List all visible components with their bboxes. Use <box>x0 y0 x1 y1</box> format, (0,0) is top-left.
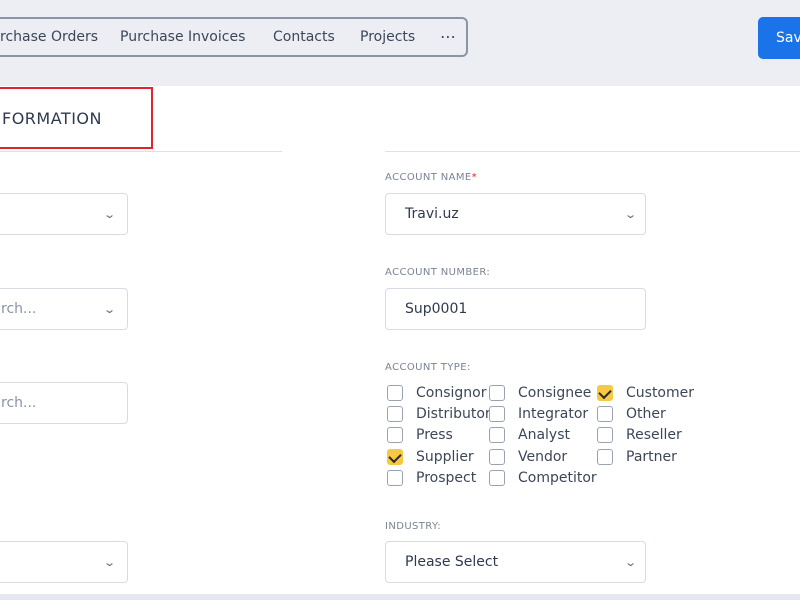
search-placeholder: rch... <box>1 301 37 317</box>
checkbox-consignee[interactable] <box>489 385 505 401</box>
search-placeholder: rch... <box>1 395 37 411</box>
chevron-down-icon: ⌄ <box>624 208 638 221</box>
tab-contacts[interactable]: Contacts <box>273 29 335 45</box>
left-search-select[interactable]: rch... ⌄ <box>0 288 128 330</box>
divider-right <box>385 151 800 152</box>
account-name-label: ACCOUNT NAME* <box>385 172 478 183</box>
checkbox-customer[interactable] <box>597 385 613 401</box>
checkmark-icon <box>388 449 402 464</box>
account-type-label: ACCOUNT TYPE: <box>385 362 471 373</box>
checkbox-consignor[interactable] <box>387 385 403 401</box>
account-number-value: Sup0001 <box>405 301 468 317</box>
checkbox-competitor[interactable] <box>489 470 505 486</box>
account-name-value: Travi.uz <box>405 206 459 222</box>
checkbox-label[interactable]: Analyst <box>518 427 570 443</box>
checkbox-supplier[interactable] <box>387 449 403 465</box>
tab-purchase-orders[interactable]: rchase Orders <box>0 29 98 45</box>
left-search-input[interactable]: rch... <box>0 382 128 424</box>
checkbox-other[interactable] <box>597 406 613 422</box>
checkbox-reseller[interactable] <box>597 427 613 443</box>
left-select-1[interactable]: ⌄ <box>0 193 128 235</box>
checkbox-label[interactable]: Customer <box>626 385 694 401</box>
chevron-down-icon: ⌄ <box>103 303 117 316</box>
industry-label: INDUSTRY: <box>385 521 441 532</box>
checkbox-label[interactable]: Press <box>416 427 453 443</box>
checkbox-analyst[interactable] <box>489 427 505 443</box>
checkbox-prospect[interactable] <box>387 470 403 486</box>
checkbox-press[interactable] <box>387 427 403 443</box>
account-number-label: ACCOUNT NUMBER: <box>385 267 491 278</box>
required-mark: * <box>471 172 478 183</box>
checkbox-label[interactable]: Other <box>626 406 666 422</box>
bottom-strip <box>0 594 800 600</box>
checkbox-label[interactable]: Consignor <box>416 385 486 401</box>
highlight-box <box>0 87 153 149</box>
checkbox-label[interactable]: Competitor <box>518 470 597 486</box>
industry-value: Please Select <box>405 554 499 570</box>
left-select-2[interactable]: ⌄ <box>0 541 128 583</box>
checkbox-label[interactable]: Partner <box>626 449 677 465</box>
checkbox-integrator[interactable] <box>489 406 505 422</box>
account-number-field[interactable]: Sup0001 <box>385 288 646 330</box>
checkbox-vendor[interactable] <box>489 449 505 465</box>
account-name-select[interactable]: Travi.uz ⌄ <box>385 193 646 235</box>
save-button[interactable]: Sav <box>758 17 800 59</box>
checkbox-label[interactable]: Supplier <box>416 449 474 465</box>
more-tabs-icon[interactable]: ⋯ <box>440 27 457 46</box>
chevron-down-icon: ⌄ <box>103 208 117 221</box>
divider-left <box>0 151 282 152</box>
chevron-down-icon: ⌄ <box>103 556 117 569</box>
form-card <box>0 86 800 594</box>
checkbox-label[interactable]: Consignee <box>518 385 591 401</box>
checkbox-label[interactable]: Integrator <box>518 406 588 422</box>
checkbox-label[interactable]: Reseller <box>626 427 682 443</box>
chevron-down-icon: ⌄ <box>624 556 638 569</box>
checkmark-icon <box>598 385 612 400</box>
checkbox-label[interactable]: Vendor <box>518 449 567 465</box>
checkbox-partner[interactable] <box>597 449 613 465</box>
checkbox-label[interactable]: Distributor <box>416 406 491 422</box>
checkbox-distributor[interactable] <box>387 406 403 422</box>
industry-select[interactable]: Please Select ⌄ <box>385 541 646 583</box>
tab-purchase-invoices[interactable]: Purchase Invoices <box>120 29 245 45</box>
checkbox-label[interactable]: Prospect <box>416 470 476 486</box>
tab-projects[interactable]: Projects <box>360 29 415 45</box>
